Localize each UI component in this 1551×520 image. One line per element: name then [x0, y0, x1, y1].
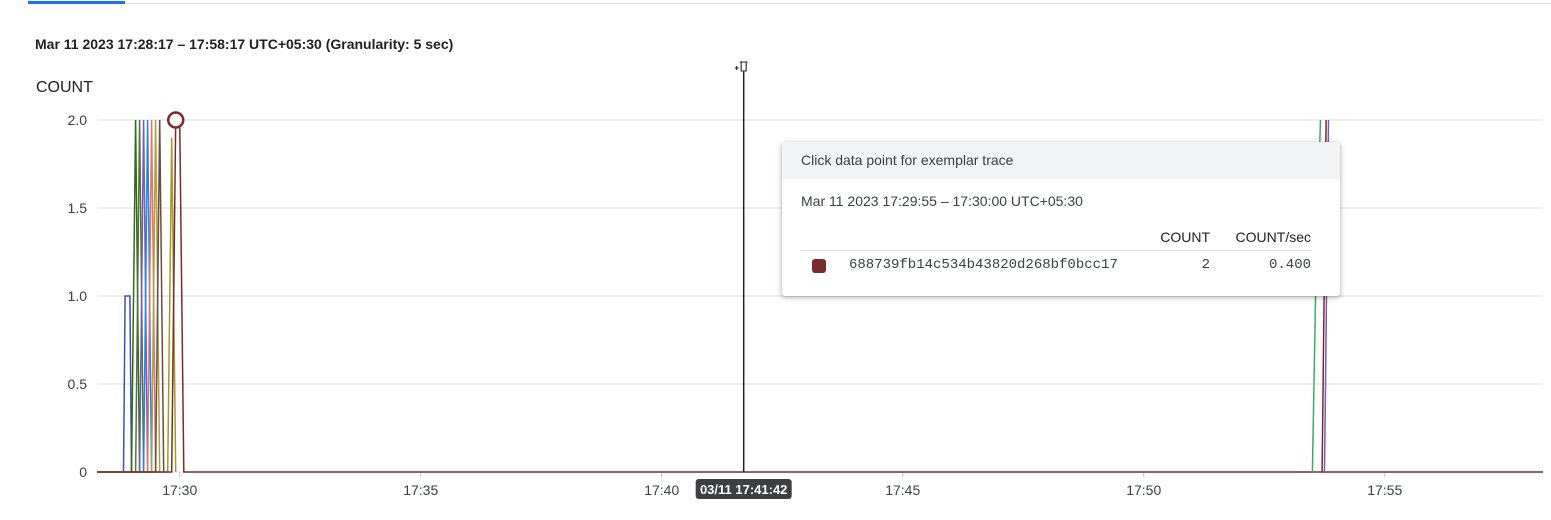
y-tick-label-3: 1.5 — [68, 200, 88, 216]
pin-time-label: 03/11 17:41:42 — [700, 482, 787, 497]
y-tick-label-2: 1.0 — [68, 288, 88, 304]
time-pin[interactable]: 03/11 17:41:42 — [695, 61, 792, 499]
series-color-swatch — [812, 259, 826, 273]
data-tooltip: Click data point for exemplar trace Mar … — [782, 142, 1340, 296]
column-count-per-sec: COUNT/sec — [1235, 229, 1311, 245]
tooltip-header: Click data point for exemplar trace — [782, 142, 1340, 179]
pushpin-icon[interactable] — [734, 61, 748, 75]
x-tick-label-0: 17:30 — [162, 482, 197, 498]
x-tick-label-1: 17:35 — [403, 482, 438, 498]
y-tick-label-4: 2.0 — [68, 112, 88, 128]
x-tick-label-3: 17:45 — [885, 482, 920, 498]
count-value: 2 — [1201, 257, 1210, 273]
rate-value: 0.400 — [1268, 257, 1311, 273]
series-id: 688739fb14c534b43820d268bf0bcc17 — [849, 257, 1118, 273]
y-axis-ticks: 0 0.5 1.0 1.5 2.0 — [68, 112, 88, 480]
tooltip-interval: Mar 11 2023 17:29:55 – 17:30:00 UTC+05:3… — [801, 193, 1083, 209]
x-tick-label-5: 17:55 — [1367, 482, 1402, 498]
column-count: COUNT — [1160, 229, 1210, 245]
x-tick-label-4: 17:50 — [1126, 482, 1161, 498]
tooltip-table-header: COUNT COUNT/sec — [801, 228, 1311, 251]
tooltip-table: COUNT COUNT/sec 688739fb14c534b43820d268… — [801, 228, 1311, 281]
tooltip-row[interactable]: 688739fb14c534b43820d268bf0bcc17 2 0.400 — [801, 251, 1311, 281]
highlighted-data-point[interactable] — [166, 111, 185, 129]
y-tick-label-1: 0.5 — [68, 376, 88, 392]
y-tick-label-0: 0 — [79, 464, 87, 480]
x-tick-label-2: 17:40 — [644, 482, 679, 498]
highlighted-point[interactable] — [166, 111, 185, 129]
